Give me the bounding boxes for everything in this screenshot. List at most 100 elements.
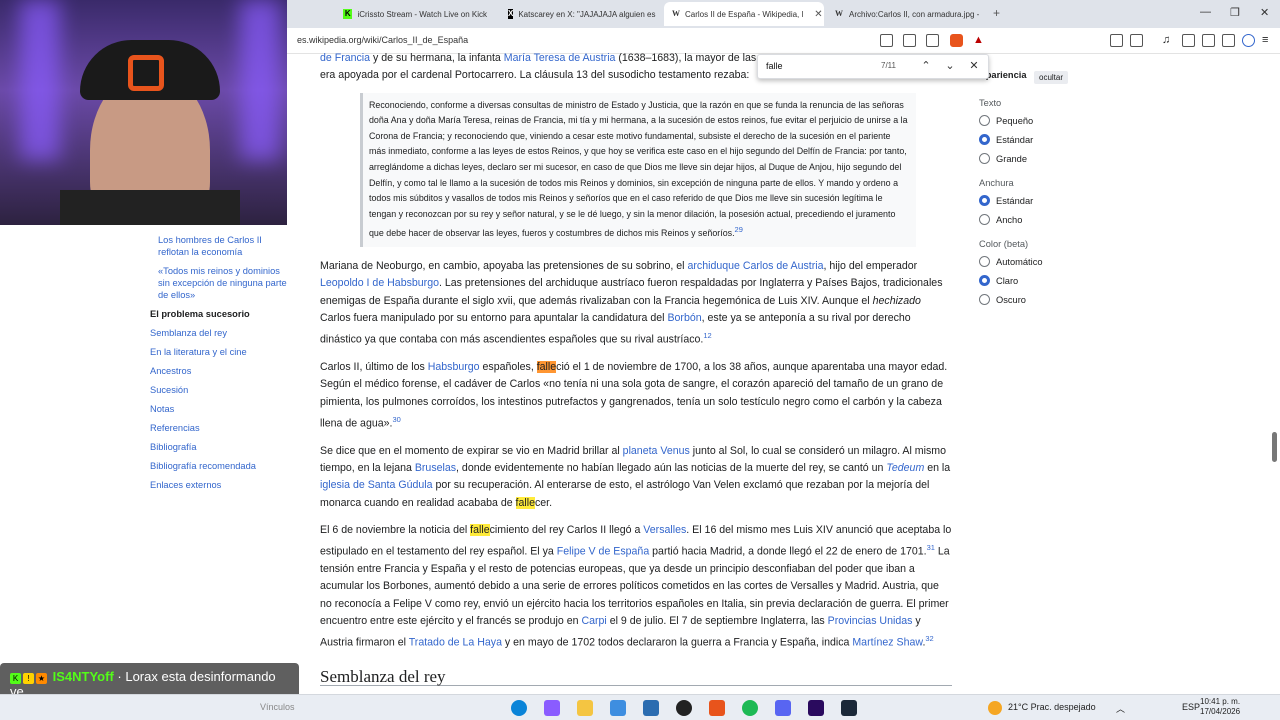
toc-item[interactable]: En la literatura y el cine: [150, 346, 290, 358]
rewards-icon[interactable]: ▲: [973, 34, 986, 47]
wallet-icon[interactable]: [1202, 34, 1215, 47]
taskbar-search[interactable]: Vínculos: [260, 702, 295, 712]
link-martinez-shaw[interactable]: Martínez Shaw: [852, 637, 922, 649]
ref-12[interactable]: 12: [703, 331, 711, 340]
link-santa-gudula[interactable]: iglesia de Santa Gúdula: [320, 479, 433, 491]
option-standard[interactable]: Estándar: [979, 134, 1129, 145]
option-large[interactable]: Grande: [979, 153, 1129, 164]
brave-icon[interactable]: [709, 700, 725, 716]
link-maria-teresa[interactable]: María Teresa de Austria: [504, 52, 616, 64]
minimize-icon[interactable]: —: [1200, 6, 1211, 18]
toc-item-current[interactable]: El problema sucesorio: [150, 308, 290, 320]
language-indicator[interactable]: ESP: [1182, 702, 1200, 712]
link-tratado-la-haya[interactable]: Tratado de La Haya: [409, 637, 502, 649]
tab-search-icon[interactable]: [1130, 34, 1143, 47]
link-bruselas[interactable]: Bruselas: [415, 462, 456, 474]
toc-item[interactable]: Semblanza del rey: [150, 327, 290, 339]
toc-item[interactable]: Bibliografía: [150, 441, 290, 453]
tab-archivo[interactable]: W Archivo:Carlos II, con armadura.jpg -: [826, 4, 991, 24]
weather-text[interactable]: 21°C Prac. despejado: [1008, 702, 1096, 712]
link-planeta-venus[interactable]: planeta Venus: [623, 445, 690, 457]
share-icon[interactable]: [926, 34, 939, 47]
reader-view-icon[interactable]: [880, 34, 893, 47]
toc-item[interactable]: Sucesión: [150, 384, 290, 396]
option-color-light[interactable]: Claro: [979, 275, 1129, 286]
system-clock[interactable]: 10:41 p. m. 17/04/2026: [1200, 697, 1240, 717]
option-width-standard[interactable]: Estándar: [979, 195, 1129, 206]
tab-x[interactable]: X Katscarey en X: "JAJAJAJA alguien es: [500, 4, 660, 24]
sub-badge-icon: !: [23, 673, 34, 684]
steam-icon[interactable]: [841, 700, 857, 716]
color-group-label: Color (beta): [979, 239, 1029, 249]
vpn-icon[interactable]: [1242, 34, 1255, 47]
toc-item[interactable]: Notas: [150, 403, 290, 415]
downloads-icon[interactable]: [1222, 34, 1235, 47]
ref-31[interactable]: 31: [927, 543, 935, 552]
radio-icon[interactable]: [979, 153, 990, 164]
scrollbar-thumb[interactable]: [1272, 432, 1277, 462]
toc-item[interactable]: «Todos mis reinos y dominios sin excepci…: [150, 265, 290, 301]
tab-wikipedia-active[interactable]: W Carlos II de España - Wikipedia, l ✕: [664, 2, 824, 26]
option-label: Ancho: [996, 214, 1023, 225]
radio-icon[interactable]: [979, 294, 990, 305]
obs-icon[interactable]: [676, 700, 692, 716]
close-tab-icon[interactable]: ✕: [814, 9, 822, 20]
address-bar[interactable]: es.wikipedia.org/wiki/Carlos_II_de_Españ…: [297, 35, 468, 45]
toc-item[interactable]: Ancestros: [150, 365, 290, 377]
option-color-dark[interactable]: Oscuro: [979, 294, 1129, 305]
link-carpi[interactable]: Carpi: [581, 615, 606, 627]
toc-item[interactable]: Enlaces externos: [150, 479, 290, 491]
link-tedeum[interactable]: Tedeum: [886, 462, 924, 474]
menu-icon[interactable]: ≡: [1262, 34, 1275, 47]
app-icon[interactable]: [643, 700, 659, 716]
close-window-icon[interactable]: ✕: [1260, 6, 1269, 19]
radio-icon[interactable]: [979, 115, 990, 126]
extensions-icon[interactable]: [1110, 34, 1123, 47]
find-match: falle: [515, 496, 535, 509]
toc-item[interactable]: Bibliografía recomendada: [150, 460, 290, 472]
spotify-icon[interactable]: [742, 700, 758, 716]
new-tab-icon[interactable]: +: [993, 6, 1000, 20]
radio-icon[interactable]: [979, 214, 990, 225]
sidebar-toggle-icon[interactable]: [1182, 34, 1195, 47]
link-felipe-v[interactable]: Felipe V de España: [557, 546, 649, 558]
find-count: 7/11: [881, 61, 896, 70]
link-leopoldo[interactable]: Leopoldo I de Habsburgo: [320, 277, 439, 289]
link-provincias-unidas[interactable]: Provincias Unidas: [828, 615, 913, 627]
music-icon[interactable]: ♫: [1162, 34, 1175, 47]
restore-icon[interactable]: ❐: [1230, 6, 1240, 19]
edge-icon[interactable]: [511, 700, 527, 716]
link-de-francia[interactable]: de Francia: [320, 52, 370, 64]
toc-item[interactable]: Referencias: [150, 422, 290, 434]
link-versalles[interactable]: Versalles: [643, 524, 686, 536]
option-width-wide[interactable]: Ancho: [979, 214, 1129, 225]
file-explorer-icon[interactable]: [577, 700, 593, 716]
page-icon[interactable]: [903, 34, 916, 47]
find-next-icon[interactable]: ⌄: [943, 59, 957, 72]
copilot-icon[interactable]: [544, 700, 560, 716]
option-small[interactable]: Pequeño: [979, 115, 1129, 126]
find-previous-icon[interactable]: ⌃: [919, 59, 933, 72]
tray-chevron-icon[interactable]: ︿: [1116, 702, 1125, 715]
radio-icon[interactable]: [979, 256, 990, 267]
store-icon[interactable]: [610, 700, 626, 716]
find-input[interactable]: falle: [766, 61, 783, 71]
radio-selected-icon[interactable]: [979, 134, 990, 145]
radio-selected-icon[interactable]: [979, 195, 990, 206]
tab-kick[interactable]: K iCrissto Stream - Watch Live on Kick: [335, 4, 495, 24]
discord-icon[interactable]: [775, 700, 791, 716]
premiere-icon[interactable]: [808, 700, 824, 716]
hide-button[interactable]: ocultar: [1034, 71, 1069, 84]
option-color-auto[interactable]: Automático: [979, 256, 1129, 267]
ref-32[interactable]: 32: [925, 634, 933, 643]
brave-shield-icon[interactable]: [950, 34, 963, 47]
link-borbon[interactable]: Borbón: [667, 312, 701, 324]
radio-selected-icon[interactable]: [979, 275, 990, 286]
find-match-active: falle: [536, 360, 557, 373]
ref-30[interactable]: 30: [392, 415, 400, 424]
toc-item[interactable]: Los hombres de Carlos II reflotan la eco…: [150, 234, 290, 258]
link-habsburgo[interactable]: Habsburgo: [428, 361, 480, 373]
ref-29[interactable]: 29: [735, 225, 743, 234]
link-archiduque[interactable]: archiduque Carlos de Austria: [687, 260, 823, 272]
find-close-icon[interactable]: ✕: [967, 59, 981, 72]
